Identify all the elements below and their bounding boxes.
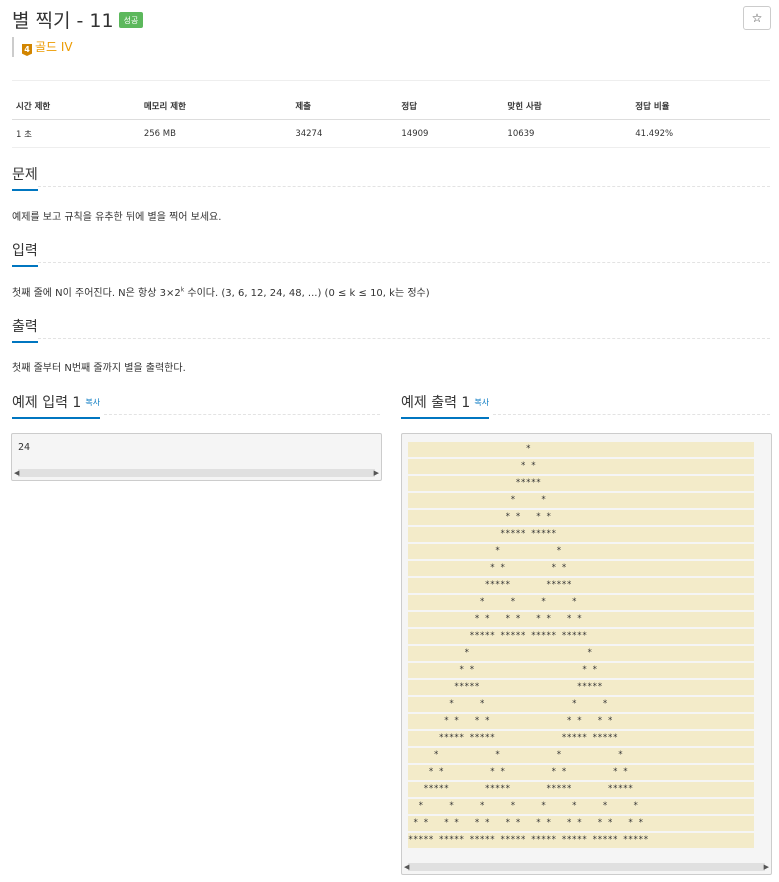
output-line: * * * * bbox=[408, 512, 649, 522]
output-line: ***** ***** bbox=[408, 529, 649, 539]
output-line: * * bbox=[408, 495, 649, 505]
header-memory-limit: 메모리 제한 bbox=[139, 94, 292, 120]
input-text-main: 첫째 줄에 N이 주어진다. N은 항상 3×2 bbox=[12, 288, 181, 299]
divider bbox=[493, 414, 770, 415]
output-line: * * * * * * * * bbox=[408, 767, 649, 777]
output-line: * * * * bbox=[408, 665, 649, 675]
sample-input-box[interactable]: 24 ◀ ▶ bbox=[11, 433, 382, 481]
divider bbox=[38, 262, 770, 263]
output-line: * * bbox=[408, 546, 649, 556]
output-line: ***** ***** ***** ***** ***** ***** ****… bbox=[408, 835, 649, 845]
problem-title: 별 찍기 - 11 성공 bbox=[12, 6, 144, 33]
favorite-star-button[interactable]: ☆ bbox=[743, 6, 771, 30]
output-line: * * * * * * * * bbox=[408, 716, 649, 726]
sample-input-text: 24 bbox=[18, 442, 31, 453]
section-problem-heading: 문제 bbox=[12, 164, 38, 191]
divider bbox=[38, 338, 770, 339]
output-line: * * bbox=[408, 648, 649, 658]
info-value-row: 1 초 256 MB 34274 14909 10639 41.492% bbox=[12, 119, 770, 148]
sample-output-pattern: * * * ***** * * * * * * ***** ***** * * … bbox=[408, 441, 649, 849]
value-accept-ratio: 41.492% bbox=[631, 119, 770, 148]
sample-output-title: 예제 출력 1 bbox=[401, 395, 471, 411]
value-memory-limit: 256 MB bbox=[139, 119, 292, 148]
scrollbar-track[interactable] bbox=[18, 469, 375, 477]
problem-description: 예제를 보고 규칙을 유추한 뒤에 별을 찍어 보세요. bbox=[12, 212, 222, 223]
header-accept-ratio: 정답 비율 bbox=[631, 94, 770, 120]
output-line: ***** ***** ***** ***** bbox=[408, 631, 649, 641]
output-line: ***** ***** bbox=[408, 580, 649, 590]
sample-output-box[interactable]: * * * ***** * * * * * * ***** ***** * * … bbox=[401, 433, 772, 875]
output-line: ***** ***** bbox=[408, 682, 649, 692]
horizontal-scrollbar[interactable]: ◀ ▶ bbox=[12, 466, 381, 480]
sample-input-title: 예제 입력 1 bbox=[12, 395, 82, 411]
output-line: * * * * bbox=[408, 699, 649, 709]
output-line: * bbox=[408, 444, 649, 454]
sample-output-heading: 예제 출력 1 복사 bbox=[401, 392, 490, 419]
output-line: ***** ***** ***** ***** bbox=[408, 733, 649, 743]
copy-output-button[interactable]: 복사 bbox=[474, 398, 489, 407]
sample-input-heading-box: 예제 입력 1 복사 bbox=[12, 392, 101, 419]
copy-input-button[interactable]: 복사 bbox=[85, 398, 100, 407]
output-line: * * bbox=[408, 461, 649, 471]
value-accepted[interactable]: 14909 bbox=[397, 119, 504, 148]
tier-badge-icon: 4 bbox=[22, 44, 32, 56]
section-input-title: 입력 bbox=[12, 240, 38, 267]
sample-input-heading: 예제 입력 1 복사 bbox=[12, 392, 101, 419]
output-description: 첫째 줄부터 N번째 줄까지 별을 출력한다. bbox=[12, 363, 186, 374]
value-solved-users[interactable]: 10639 bbox=[503, 119, 632, 148]
output-line: * * * * bbox=[408, 750, 649, 760]
value-submissions[interactable]: 34274 bbox=[291, 119, 398, 148]
sample-output-heading-box: 예제 출력 1 복사 bbox=[401, 392, 490, 419]
header-solved-users: 맞힌 사람 bbox=[503, 94, 632, 120]
input-description: 첫째 줄에 N이 주어진다. N은 항상 3×2k 수이다. (3, 6, 12… bbox=[12, 284, 430, 299]
value-time-limit: 1 초 bbox=[12, 119, 140, 148]
status-badge: 성공 bbox=[118, 12, 144, 28]
output-line: ***** bbox=[408, 478, 649, 488]
problem-title-text: 별 찍기 - 11 bbox=[12, 10, 114, 32]
divider bbox=[38, 186, 770, 187]
scroll-right-icon[interactable]: ▶ bbox=[764, 863, 769, 871]
header-accepted: 정답 bbox=[397, 94, 504, 120]
scrollbar-track[interactable] bbox=[408, 863, 765, 871]
horizontal-scrollbar[interactable]: ◀ ▶ bbox=[402, 860, 771, 874]
section-input-heading: 입력 bbox=[12, 240, 38, 267]
section-problem-title: 문제 bbox=[12, 164, 38, 191]
info-header-row: 시간 제한 메모리 제한 제출 정답 맞힌 사람 정답 비율 bbox=[12, 94, 770, 120]
output-line: * * * * * * * * bbox=[408, 801, 649, 811]
input-text-rest: 수이다. (3, 6, 12, 24, 48, ...) (0 ≤ k ≤ 10… bbox=[184, 288, 430, 299]
tier-label[interactable]: 4 골드 IV bbox=[12, 37, 73, 57]
output-line: * * * * bbox=[408, 563, 649, 573]
output-line: ***** ***** ***** ***** bbox=[408, 784, 649, 794]
header-submissions: 제출 bbox=[291, 94, 398, 120]
section-output-heading: 출력 bbox=[12, 316, 38, 343]
output-line: * * * * * * * * * * * * * * * * bbox=[408, 818, 649, 828]
scroll-right-icon[interactable]: ▶ bbox=[374, 469, 379, 477]
problem-info-table: 시간 제한 메모리 제한 제출 정답 맞힌 사람 정답 비율 1 초 256 M… bbox=[12, 94, 770, 148]
tier-text: 골드 IV bbox=[35, 40, 73, 54]
output-line: * * * * * * * * bbox=[408, 614, 649, 624]
scroll-left-icon[interactable]: ◀ bbox=[14, 469, 19, 477]
scroll-left-icon[interactable]: ◀ bbox=[404, 863, 409, 871]
divider bbox=[12, 80, 770, 81]
output-line: * * * * bbox=[408, 597, 649, 607]
header-time-limit: 시간 제한 bbox=[12, 94, 140, 120]
section-output-title: 출력 bbox=[12, 316, 38, 343]
divider bbox=[104, 414, 380, 415]
